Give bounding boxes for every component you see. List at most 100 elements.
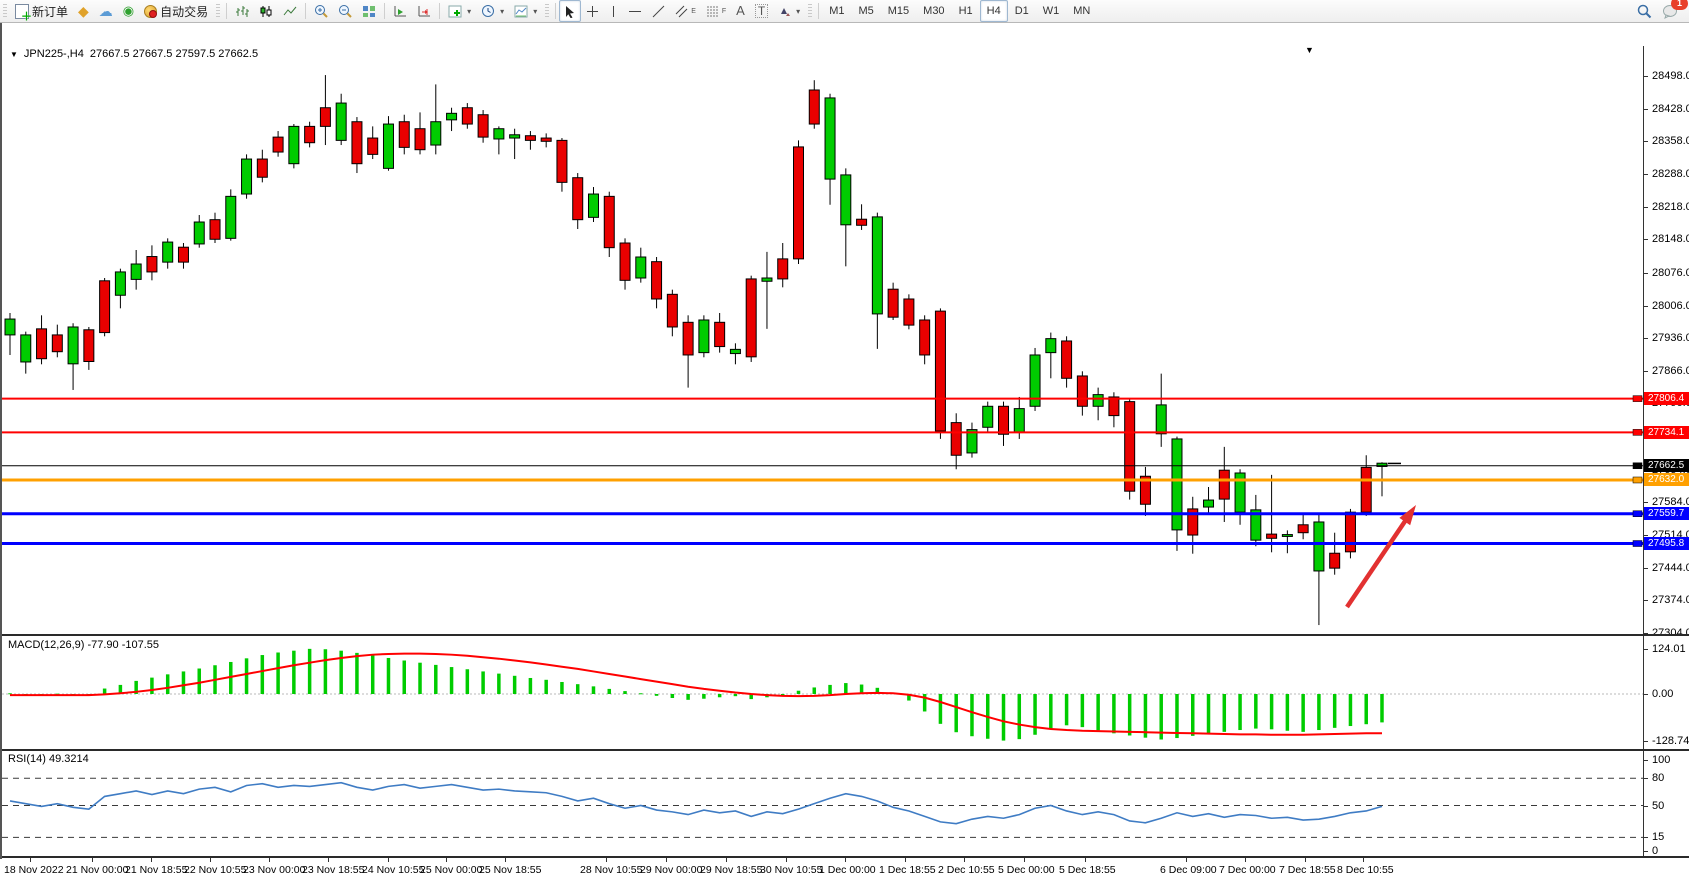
timeframe-W1[interactable]: W1 (1036, 0, 1067, 22)
candle-body (809, 90, 819, 124)
chart-shift-button[interactable] (412, 0, 436, 22)
timeframe-M30[interactable]: M30 (916, 0, 951, 22)
tick-label: 28498.0 (1652, 70, 1689, 82)
macd-histogram-bar (529, 678, 533, 694)
macd-histogram-bar (970, 694, 974, 736)
candle-body (888, 289, 898, 317)
timeframe-D1[interactable]: D1 (1008, 0, 1036, 22)
panel-separator[interactable] (2, 634, 1689, 636)
vertical-line-tool-button[interactable] (604, 0, 623, 22)
rsi-panel[interactable] (2, 751, 1643, 856)
macd-histogram-bar (150, 678, 154, 694)
indicators-menu-button[interactable] (443, 0, 476, 22)
timeframe-M15[interactable]: M15 (881, 0, 916, 22)
macd-histogram-bar (245, 658, 249, 694)
candle-body (352, 122, 362, 164)
candle-body (1204, 500, 1214, 507)
bar-chart-icon (235, 5, 249, 18)
timeframe-H4[interactable]: H4 (980, 0, 1008, 22)
price-axis[interactable]: 28498.028428.028358.028288.028218.028148… (1643, 46, 1689, 858)
macd-histogram-bar (718, 694, 722, 697)
timeframe-MN[interactable]: MN (1066, 0, 1097, 22)
tick-label: 15 (1652, 831, 1664, 843)
styler-button[interactable]: ◆ (73, 0, 94, 22)
candle-body (68, 327, 78, 364)
tick-mark (1643, 273, 1648, 274)
periods-menu-button[interactable] (476, 0, 509, 22)
crosshair-tool-button[interactable] (581, 0, 604, 22)
tick-label: 28148.0 (1652, 233, 1689, 245)
timeframe-M1[interactable]: M1 (822, 0, 851, 22)
new-order-button[interactable]: ＋ 新订单 (10, 0, 73, 22)
panel-separator[interactable] (2, 749, 1689, 751)
candle-body (289, 126, 299, 163)
zoom-out-button[interactable] (333, 0, 357, 22)
auto-scroll-button[interactable] (388, 0, 412, 22)
search-button[interactable] (1632, 0, 1657, 22)
level-line-anchor[interactable] (1633, 463, 1642, 469)
tick-mark (1643, 371, 1648, 372)
level-line-anchor[interactable] (1633, 396, 1642, 402)
notifications-button[interactable]: 1 (1657, 0, 1683, 22)
line-chart-button[interactable] (278, 0, 302, 22)
fibonacci-tool-button[interactable]: F (701, 0, 731, 22)
macd-histogram-bar (1033, 694, 1037, 735)
tick-label: 27374.0 (1652, 594, 1689, 606)
timeframe-H1[interactable]: H1 (952, 0, 980, 22)
candle-body (1314, 522, 1324, 571)
level-line-anchor[interactable] (1633, 511, 1642, 517)
candle-body (557, 140, 567, 182)
time-axis-label: 23 Nov 18:55 (302, 864, 364, 876)
arrows-menu-button[interactable] (773, 0, 805, 22)
candle-body (983, 406, 993, 427)
time-axis-label: 18 Nov 2022 (4, 864, 64, 876)
candle-body (699, 320, 709, 353)
tile-windows-button[interactable] (357, 0, 381, 22)
level-line-anchor[interactable] (1633, 429, 1642, 435)
bar-chart-button[interactable] (230, 0, 254, 22)
macd-histogram-bar (497, 674, 501, 694)
candlestick-chart-button[interactable] (254, 0, 278, 22)
tick-label: 0.00 (1652, 688, 1673, 700)
zoom-in-button[interactable] (309, 0, 333, 22)
autotrading-button[interactable]: 自动交易 (139, 0, 213, 22)
toolbar-grip (3, 4, 7, 19)
level-line-anchor[interactable] (1633, 477, 1642, 483)
tick-mark (1643, 837, 1648, 838)
equidistant-channel-tool-button[interactable]: E (670, 0, 701, 22)
timeframe-M5[interactable]: M5 (851, 0, 880, 22)
candle-body (147, 257, 157, 272)
horizontal-line-tool-button[interactable] (623, 0, 647, 22)
tick-mark (1643, 76, 1648, 77)
cursor-tool-button[interactable] (559, 0, 581, 22)
text-tool-button[interactable]: A (731, 0, 750, 22)
templates-menu-button[interactable] (509, 0, 542, 22)
time-axis[interactable]: 18 Nov 202221 Nov 00:0021 Nov 18:5522 No… (2, 858, 1689, 881)
market-depth-button[interactable]: ☁ (94, 0, 118, 22)
one-click-trading-toggle-icon[interactable]: ▼ (10, 50, 18, 59)
separator (818, 3, 819, 19)
fibonacci-sub-label: F (722, 8, 726, 15)
candle-body (525, 136, 535, 141)
macd-histogram-bar (1144, 694, 1148, 738)
macd-histogram-bar (1128, 694, 1132, 735)
tick-mark (1643, 174, 1648, 175)
macd-histogram-bar (1254, 694, 1258, 729)
tick-mark (1643, 600, 1648, 601)
candle-body (273, 137, 283, 152)
signals-button[interactable]: ◉ (118, 0, 139, 22)
price-chart-panel[interactable] (2, 46, 1643, 634)
time-axis-label: 1 Dec 00:00 (819, 864, 876, 876)
chart-corner-marker-icon[interactable]: ▼ (1305, 45, 1314, 55)
tick-label: -128.74 (1652, 735, 1689, 747)
trendline-tool-button[interactable] (647, 0, 670, 22)
macd-panel[interactable] (2, 636, 1643, 748)
level-line-anchor[interactable] (1633, 541, 1642, 547)
tick-mark (1643, 851, 1648, 852)
annotation-arrow[interactable] (1347, 518, 1407, 607)
macd-histogram-bar (671, 694, 675, 698)
tick-label: 28218.0 (1652, 201, 1689, 213)
text-label-tool-button[interactable]: T (750, 0, 773, 22)
tick-label: 124.01 (1652, 643, 1686, 655)
tick-label: 28288.0 (1652, 168, 1689, 180)
